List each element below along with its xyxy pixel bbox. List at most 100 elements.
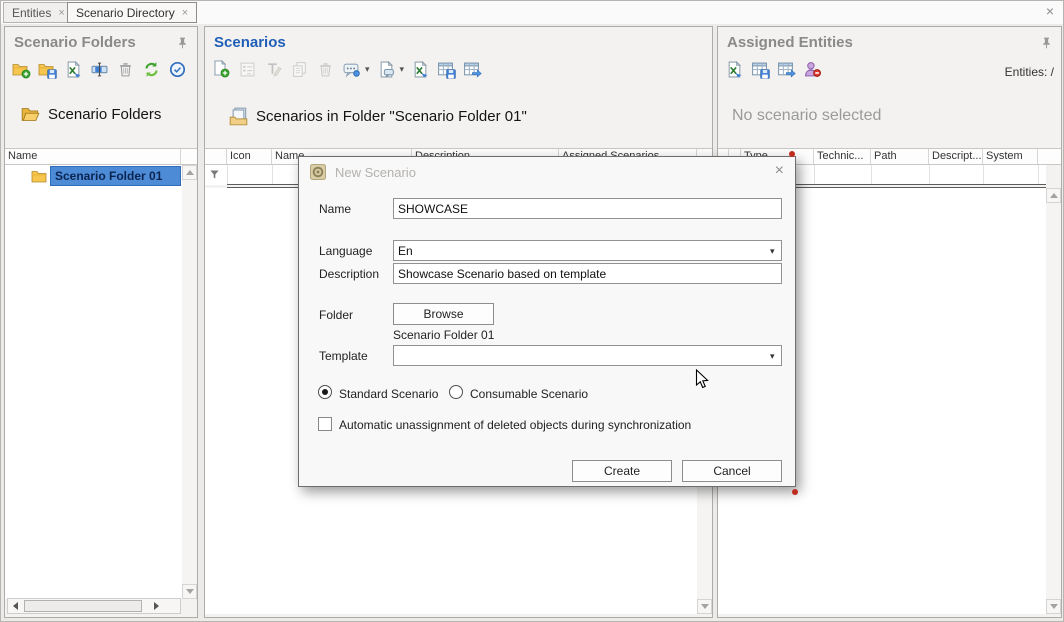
tab-scenario-directory[interactable]: Scenario Directory ×	[67, 2, 197, 23]
row-indicator-column	[205, 149, 227, 164]
column-header-system[interactable]: System	[983, 149, 1038, 164]
dialog-title: New Scenario	[335, 165, 416, 180]
scroll-up-icon[interactable]	[182, 165, 197, 180]
column-header-spacer	[181, 149, 197, 164]
unassign-entity-icon[interactable]	[803, 60, 822, 79]
template-doc-icon[interactable]	[377, 60, 396, 79]
panel-title: Scenario Folders	[14, 34, 136, 51]
folders-tree-area[interactable]	[5, 165, 182, 599]
export-excel-icon[interactable]	[411, 60, 430, 79]
auto-unassign-label: Automatic unassignment of deleted object…	[339, 418, 691, 432]
selected-folder[interactable]: Scenario Folder 01	[50, 166, 181, 186]
refresh-icon[interactable]	[142, 60, 161, 79]
scenarios-toolbar: ▾ ▾	[212, 60, 482, 79]
copy-scenario-icon[interactable]	[290, 60, 309, 79]
name-label: Name	[319, 202, 351, 216]
no-scenario-selected-label: No scenario selected	[732, 107, 881, 125]
description-label: Description	[319, 267, 379, 281]
save-layout-icon[interactable]	[437, 60, 456, 79]
load-layout-icon[interactable]	[463, 60, 482, 79]
selected-folder-label: Scenario Folder 01	[393, 328, 494, 342]
scenarios-folder-icon	[229, 107, 248, 126]
dropdown-caret-icon[interactable]: ▾	[400, 64, 405, 75]
tab-scenario-directory-label: Scenario Directory	[76, 6, 175, 20]
entities-toolbar	[725, 60, 822, 79]
dialog-titlebar[interactable]: New Scenario	[299, 157, 795, 187]
language-select[interactable]	[393, 240, 782, 261]
open-folder-icon	[21, 105, 40, 124]
consumable-scenario-label: Consumable Scenario	[470, 387, 588, 401]
scenarios-caption: Scenarios in Folder "Scenario Folder 01"	[229, 107, 527, 126]
dropdown-caret-icon[interactable]: ▾	[365, 64, 370, 75]
hscroll-thumb[interactable]	[24, 600, 142, 612]
new-scenario-dialog: New Scenario × Name Language ▾ Descripti…	[298, 156, 796, 487]
scroll-right-icon[interactable]	[149, 599, 164, 613]
comments-icon[interactable]	[342, 60, 361, 79]
column-header-name[interactable]: Name	[5, 149, 181, 164]
folders-grid-header: Name	[5, 148, 197, 165]
folders-hscrollbar[interactable]	[7, 598, 181, 614]
chevron-down-icon[interactable]: ▾	[770, 246, 775, 257]
scenario-folders-panel: Scenario Folders Scenario Folders Name S…	[4, 26, 198, 618]
pin-icon[interactable]	[1040, 36, 1053, 49]
auto-unassign-checkbox[interactable]	[318, 417, 332, 431]
annotation-dot	[789, 151, 795, 157]
panel-title: Scenarios	[214, 34, 286, 51]
delete-scenario-icon[interactable]	[316, 60, 335, 79]
column-header-description[interactable]: Descript...	[929, 149, 983, 164]
column-header-path[interactable]: Path	[871, 149, 929, 164]
standard-scenario-label: Standard Scenario	[339, 387, 438, 401]
tab-entities-label: Entities	[12, 6, 51, 20]
panel-title: Assigned Entities	[727, 34, 853, 51]
folder-icon	[31, 168, 47, 184]
scroll-down-icon[interactable]	[1046, 599, 1061, 614]
filter-funnel-icon[interactable]	[208, 168, 221, 181]
name-field[interactable]	[393, 198, 782, 219]
load-layout-icon[interactable]	[777, 60, 796, 79]
folders-toolbar	[12, 60, 187, 79]
cancel-button[interactable]: Cancel	[682, 460, 782, 482]
delete-folder-icon[interactable]	[116, 60, 135, 79]
language-label: Language	[319, 244, 372, 258]
properties-icon[interactable]	[238, 60, 257, 79]
folder-tree-row[interactable]: Scenario Folder 01	[5, 166, 181, 186]
folder-label: Folder	[319, 308, 353, 322]
scroll-up-icon[interactable]	[1046, 188, 1061, 203]
save-layout-icon[interactable]	[751, 60, 770, 79]
create-button[interactable]: Create	[572, 460, 672, 482]
dialog-close-icon[interactable]: ×	[775, 163, 784, 179]
scenario-directory-window: Entities × Scenario Directory × × Scenar…	[0, 0, 1064, 622]
column-header-icon[interactable]: Icon	[227, 149, 272, 164]
export-excel-icon[interactable]	[64, 60, 83, 79]
folders-caption: Scenario Folders	[21, 105, 161, 124]
validate-icon[interactable]	[168, 60, 187, 79]
tab-entities[interactable]: Entities ×	[3, 2, 74, 23]
rename-folder-icon[interactable]	[90, 60, 109, 79]
standard-scenario-radio[interactable]	[318, 385, 332, 399]
export-excel-icon[interactable]	[725, 60, 744, 79]
scenario-dialog-icon	[310, 164, 326, 180]
tab-close-icon[interactable]: ×	[58, 7, 64, 19]
mouse-cursor	[695, 369, 710, 390]
add-folder-icon[interactable]	[12, 60, 31, 79]
folders-vscrollbar[interactable]	[182, 165, 197, 599]
template-select[interactable]	[393, 345, 782, 366]
folder-template-icon[interactable]	[38, 60, 57, 79]
window-close-icon[interactable]: ×	[1046, 4, 1054, 18]
consumable-scenario-radio[interactable]	[449, 385, 463, 399]
description-field[interactable]	[393, 263, 782, 284]
entities-count-label: Entities: /	[1005, 65, 1054, 79]
scroll-down-icon[interactable]	[697, 599, 712, 614]
column-header-technical[interactable]: Technic...	[814, 149, 871, 164]
column-header-spacer	[1038, 149, 1061, 164]
entities-vscrollbar[interactable]	[1046, 188, 1061, 614]
tab-close-icon[interactable]: ×	[182, 7, 188, 19]
scroll-down-icon[interactable]	[182, 584, 197, 599]
rename-scenario-icon[interactable]	[264, 60, 283, 79]
annotation-dot	[792, 489, 798, 495]
scroll-left-icon[interactable]	[8, 599, 23, 613]
new-scenario-icon[interactable]	[212, 60, 231, 79]
pin-icon[interactable]	[176, 36, 189, 49]
chevron-down-icon[interactable]: ▾	[770, 351, 775, 362]
browse-button[interactable]: Browse	[393, 303, 494, 325]
